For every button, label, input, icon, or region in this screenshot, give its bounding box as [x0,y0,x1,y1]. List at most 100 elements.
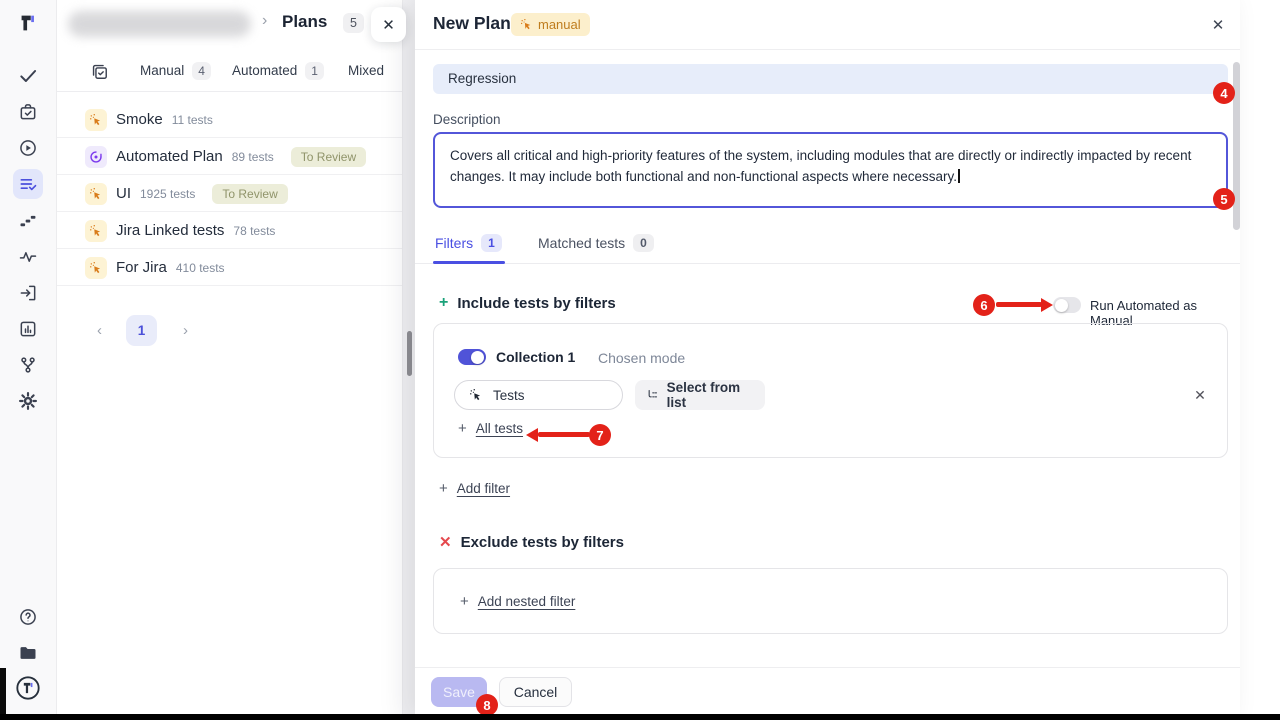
drawer-scrollbar-thumb[interactable] [1233,62,1240,230]
tab-automated-count: 1 [305,62,324,80]
sidebar-item-pulse-icon[interactable] [13,242,43,272]
account-logo-icon[interactable] [13,673,43,703]
annotation-circle-8: 8 [476,694,498,716]
tests-type-dropdown[interactable]: Tests [454,380,623,410]
screen-bottom-bar [0,714,1280,720]
manual-cursor-icon [469,388,483,402]
remove-filter-row-button[interactable]: ✕ [1189,384,1211,406]
app-logo-icon[interactable] [13,8,43,38]
page-scrollbar-thumb[interactable] [407,331,412,376]
pagination-page-1[interactable]: 1 [126,315,157,346]
plus-icon: + [439,294,448,312]
plans-count-badge: 5 [343,13,364,33]
plan-row-smoke[interactable]: Smoke 11 tests [57,101,402,138]
sidebar-item-suites-icon[interactable] [13,97,43,127]
collection-name: Collection 1 [496,349,575,365]
annotation-arrow-7-head-icon [526,428,538,442]
select-from-list-button[interactable]: Select from list [635,380,765,410]
tab-mixed[interactable]: Mixed [348,63,384,78]
sidebar-item-analytics-icon[interactable] [13,314,43,344]
exclude-tests-header[interactable]: ✕ Exclude tests by filters [439,533,624,551]
drawer-tabs: Filters1 Matched tests0 [415,232,1240,264]
drawer-close-button[interactable]: ✕ [1206,13,1230,37]
status-badge: To Review [212,184,287,204]
collection-filter-card: Collection 1 Chosen mode Tests Select fr… [433,323,1228,458]
pagination-prev-button[interactable]: ‹ [97,322,102,339]
sidebar-item-ready-icon[interactable] [13,61,43,91]
manual-plan-icon [85,220,107,242]
plan-row-ui[interactable]: UI 1925 tests To Review [57,175,402,212]
help-icon[interactable] [13,602,43,632]
tab-filters[interactable]: Filters1 [435,234,502,252]
filters-count-badge: 1 [481,234,502,252]
pagination-next-button[interactable]: › [183,322,188,339]
collection-enabled-toggle[interactable] [458,349,486,365]
manual-plan-icon [85,109,107,131]
plans-panel-header: › Plans 5 ✕ [57,0,402,48]
plus-icon: + [439,480,448,497]
add-filter-link[interactable]: + Add filter [439,480,510,497]
cancel-button[interactable]: Cancel [499,677,572,707]
tab-automated[interactable]: Automated1 [232,63,324,78]
active-tab-underline [433,261,505,264]
tab-manual[interactable]: Manual4 [140,63,211,78]
add-nested-filter-link[interactable]: + Add nested filter [460,593,575,610]
all-tests-link[interactable]: + All tests [458,420,523,437]
tab-manual-count: 4 [192,62,211,80]
sidebar-item-milestones-icon[interactable] [13,205,43,235]
annotation-arrow-6-head-icon [1041,298,1053,312]
collection-mode-label: Chosen mode [598,350,685,366]
drawer-footer: Save Cancel [415,667,1240,720]
plan-title-input[interactable]: Regression [433,64,1228,94]
manual-plan-icon [85,183,107,205]
duplicate-plans-icon[interactable] [90,62,109,86]
screen-corner-artifact [0,668,6,714]
plus-icon: + [458,420,467,437]
breadcrumb-plans-title: Plans [282,12,327,32]
app-screen: › Plans 5 ✕ Manual4 Automated1 Mixed Smo… [0,0,1280,720]
sidebar-item-import-icon[interactable] [13,278,43,308]
description-textarea[interactable]: Covers all critical and high-priority fe… [433,132,1228,208]
drawer-title: New Plan [433,13,511,34]
project-name-blurred[interactable] [68,11,251,37]
manual-plan-icon [85,257,107,279]
plus-icon: + [460,593,469,610]
sidebar-item-branches-icon[interactable] [13,350,43,380]
hierarchy-list-icon [646,388,659,402]
tab-matched-tests[interactable]: Matched tests0 [538,234,654,252]
automated-plan-icon [85,146,107,168]
annotation-circle-7: 7 [589,424,611,446]
breadcrumb-chevron-icon: › [262,12,267,30]
plan-row-automated-plan[interactable]: Automated Plan 89 tests To Review [57,138,402,175]
new-plan-drawer: New Plan manual ✕ Regression Description… [415,0,1240,720]
pagination: ‹ 1 › [57,314,402,348]
annotation-circle-5: 5 [1213,188,1235,210]
matched-count-badge: 0 [633,234,654,252]
close-icon: ✕ [382,16,395,34]
close-icon: ✕ [1194,387,1206,404]
close-icon: ✕ [1212,16,1225,34]
sidebar-item-runs-icon[interactable] [13,133,43,163]
drawer-header: New Plan manual ✕ [415,0,1240,50]
plan-row-jira-linked-tests[interactable]: Jira Linked tests 78 tests [57,212,402,249]
projects-folder-icon[interactable] [13,638,43,668]
plan-row-for-jira[interactable]: For Jira 410 tests [57,249,402,286]
panel-close-button[interactable]: ✕ [371,7,406,42]
plans-panel: › Plans 5 ✕ Manual4 Automated1 Mixed Smo… [57,0,403,720]
icon-sidebar [0,0,57,720]
annotation-circle-4: 4 [1213,82,1235,104]
status-badge: To Review [291,147,366,167]
plans-filter-tabs: Manual4 Automated1 Mixed [57,58,402,92]
description-label: Description [433,112,501,127]
run-automated-as-manual-toggle[interactable] [1053,297,1081,313]
exclude-filter-card: + Add nested filter [433,568,1228,634]
plan-type-badge: manual [511,13,590,36]
sidebar-item-plans-icon-active[interactable] [13,169,43,199]
include-tests-header[interactable]: + Include tests by filters [439,294,616,312]
manual-cursor-icon [520,18,533,31]
cross-icon: ✕ [439,533,452,551]
sidebar-item-settings-gear-icon[interactable] [13,386,43,416]
annotation-arrow-6-shaft [996,302,1042,307]
annotation-circle-6: 6 [973,294,995,316]
annotation-arrow-7-shaft [538,432,590,437]
